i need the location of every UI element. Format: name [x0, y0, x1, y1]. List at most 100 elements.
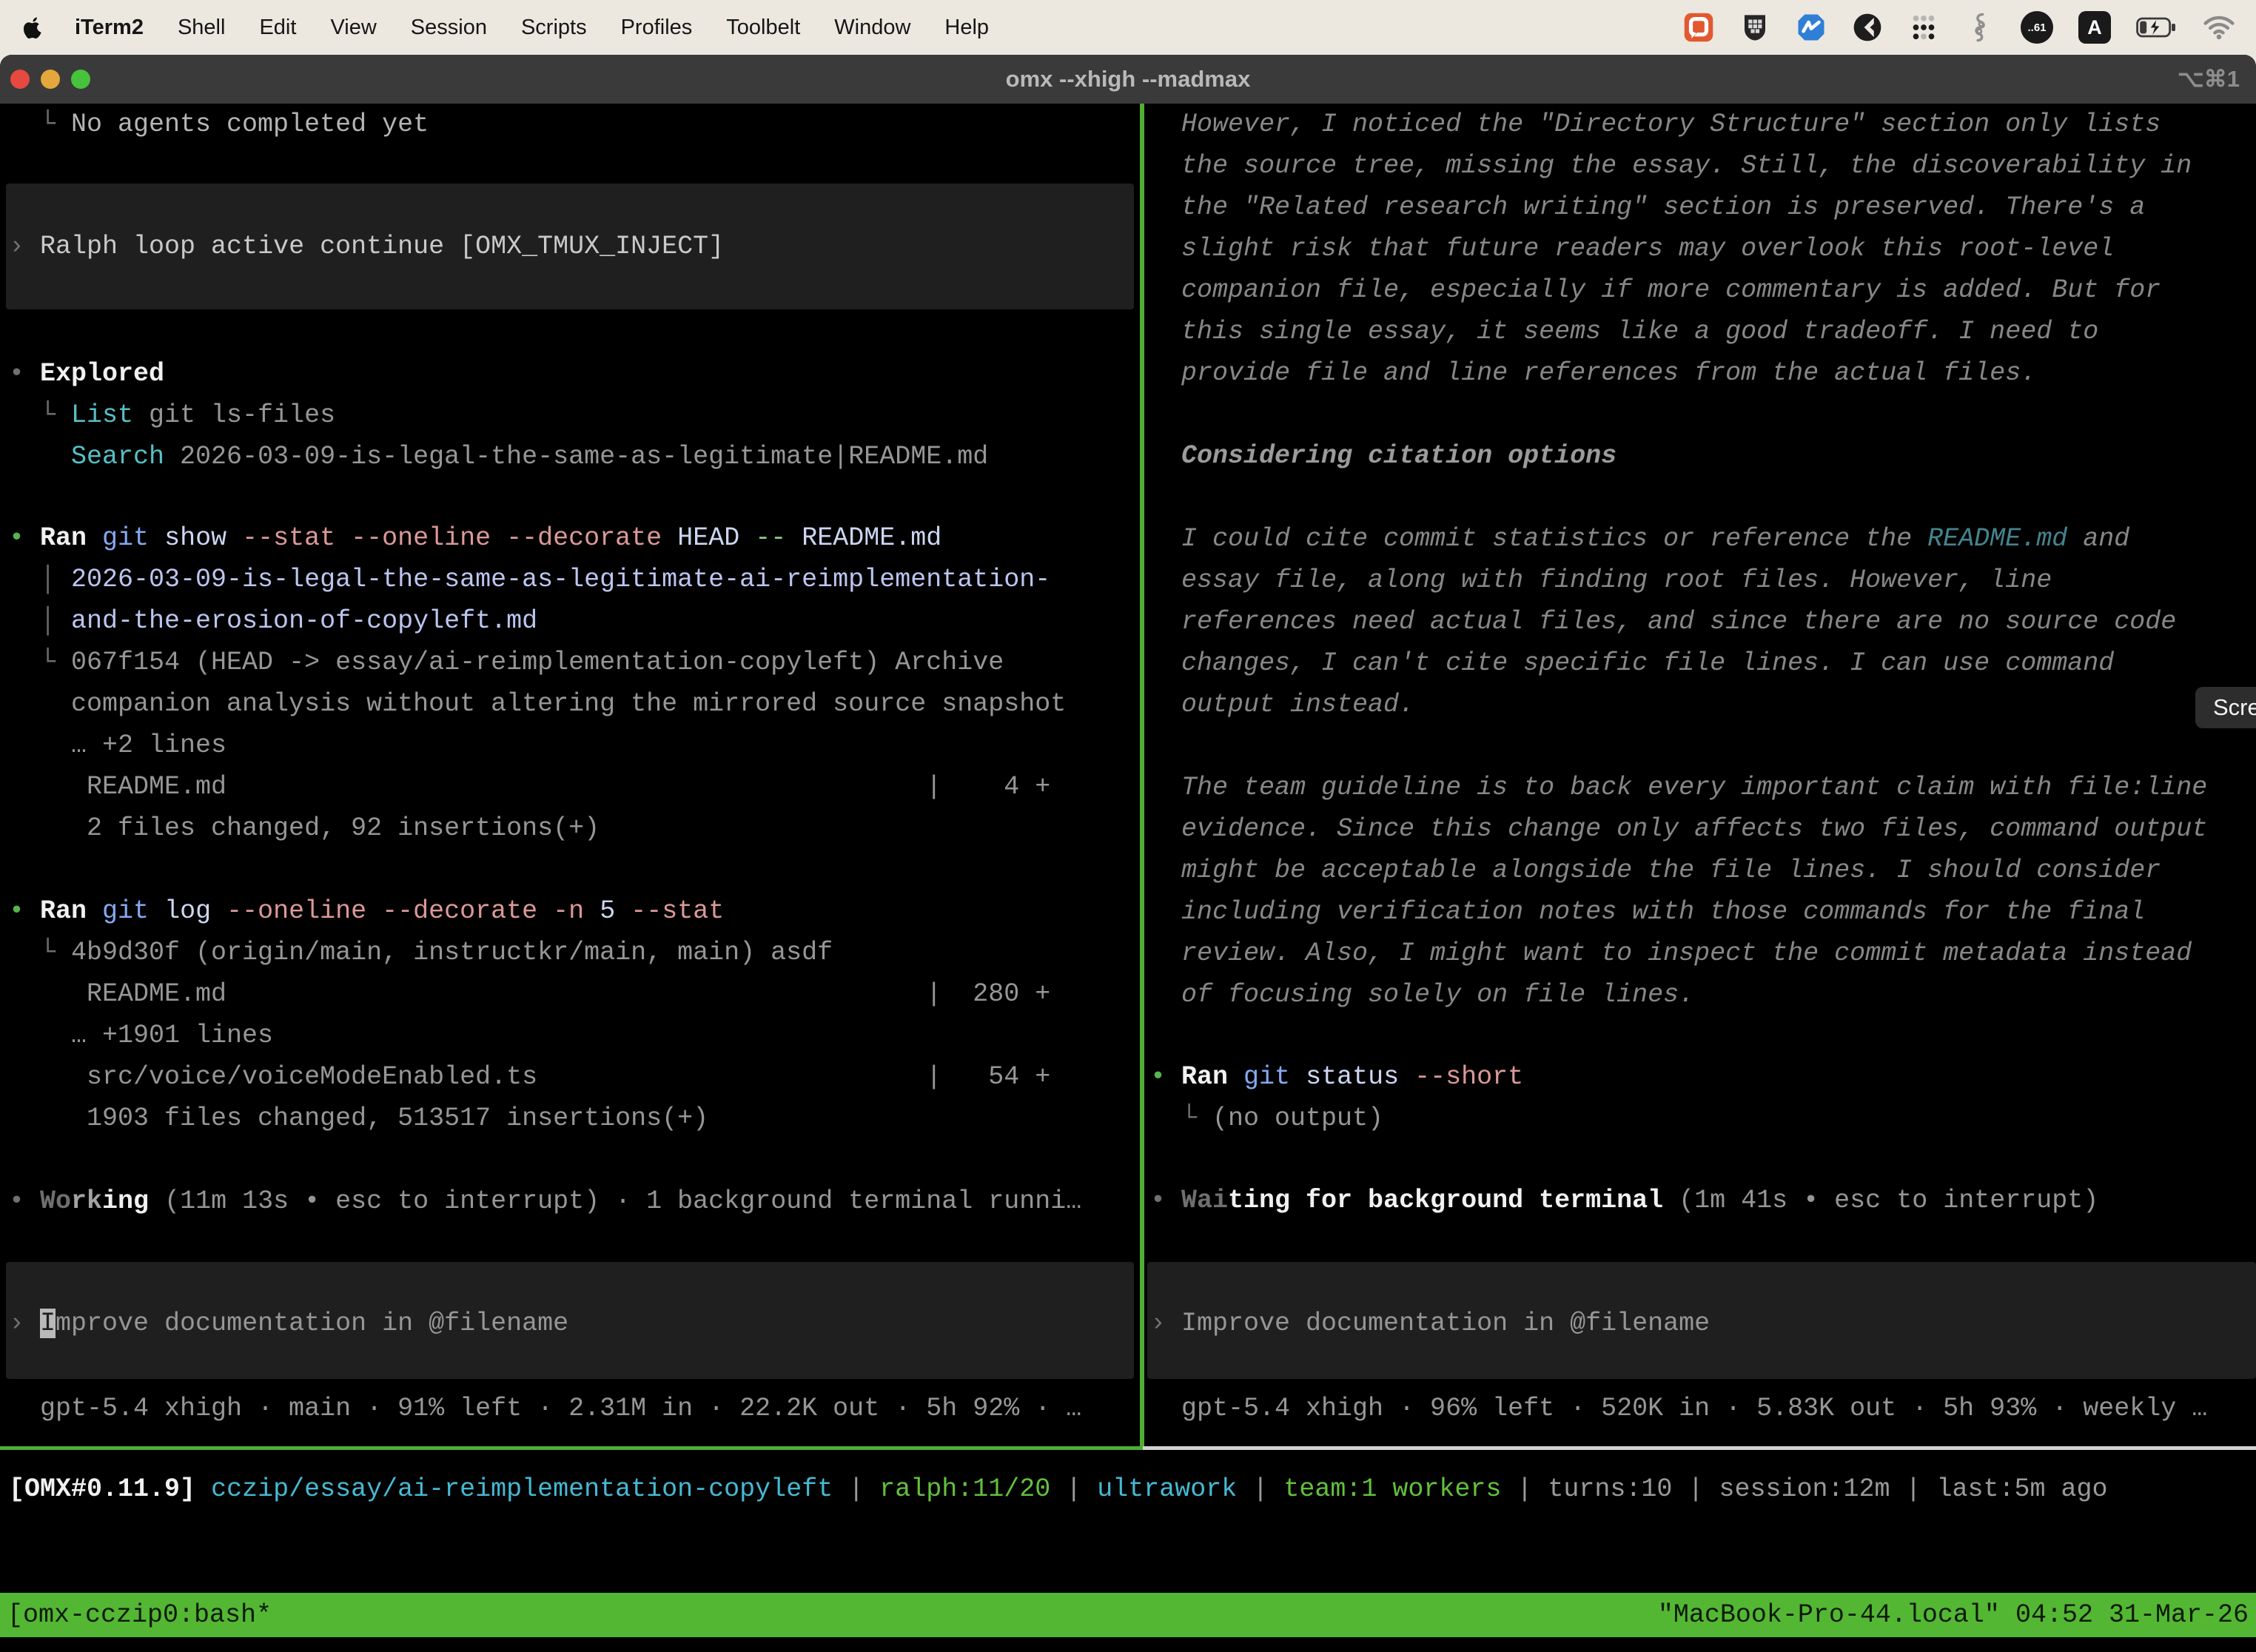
menu-item-session[interactable]: Session: [394, 16, 504, 39]
menu-item-shell[interactable]: Shell: [161, 16, 243, 39]
zoom-button[interactable]: [71, 70, 90, 89]
text-segment: README.md: [786, 523, 941, 553]
menu-item-iterm2[interactable]: iTerm2: [58, 16, 161, 39]
text-segment: •: [1150, 1186, 1181, 1215]
text-segment: |: [1237, 1474, 1283, 1504]
terminal-line: └ 067f154 (HEAD -> essay/ai-reimplementa…: [9, 642, 1004, 683]
terminal-line: └ (no output): [1150, 1098, 1383, 1139]
text-segment: •: [9, 1186, 40, 1216]
text-segment: (1m 41s • esc to interrupt): [1663, 1186, 2098, 1215]
battery-icon[interactable]: [2136, 16, 2178, 38]
tmux-status-bar: [omx-cczip0:bash* "MacBook-Pro-44.local"…: [0, 1593, 2256, 1637]
text-segment: companion file, especially if more comme…: [1150, 275, 2161, 305]
tmux-host-clock: "MacBook-Pro-44.local" 04:52 31-Mar-26: [1658, 1594, 2249, 1636]
text-segment: of focusing solely on file lines.: [1150, 980, 1694, 1010]
text-segment: •: [1150, 1062, 1181, 1092]
working-status-line: • Working (11m 13s • esc to interrupt) ·…: [9, 1181, 1081, 1222]
text-segment: --oneline --decorate -n: [226, 896, 584, 926]
reasoning-heading: Considering citation options: [1150, 435, 1617, 477]
text-segment: •: [9, 896, 40, 926]
pane-divider[interactable]: [1140, 104, 1144, 1450]
terminal-line: 2 files changed, 92 insertions(+): [9, 807, 600, 849]
text-segment: README.md | 280 +: [9, 979, 1050, 1009]
meter-app-icon[interactable]: [1796, 12, 1827, 43]
battery-percent-badge-icon[interactable]: ..61: [2021, 11, 2053, 44]
menu-items: iTerm2ShellEditViewSessionScriptsProfile…: [21, 16, 1006, 40]
terminal-line: The team guideline is to back every impo…: [1150, 767, 2207, 808]
text-segment: ›: [1150, 1309, 1181, 1338]
text-segment: The team guideline is to back every impo…: [1150, 773, 2207, 802]
terminal-line: I could cite commit statistics or refere…: [1150, 518, 2129, 560]
terminal-area: └ No agents completed yet› Ralph loop ac…: [0, 104, 2256, 1652]
terminal-line: this single essay, it seems like a good …: [1150, 311, 2098, 352]
menu-item-edit[interactable]: Edit: [242, 16, 313, 39]
terminal-line: provide file and line references from th…: [1150, 352, 2036, 394]
text-segment: |: [1672, 1474, 1719, 1504]
terminal-line: review. Also, I might want to inspect th…: [1150, 933, 2192, 974]
terminal-line: … +1901 lines: [9, 1015, 273, 1056]
text-segment: src/voice/voiceModeEnabled.ts | 54 +: [9, 1062, 1050, 1092]
text-segment: 2026-03-09-is-legal-the-same-as-legitima…: [164, 442, 988, 471]
terminal-line: └ 4b9d30f (origin/main, instructkr/main,…: [9, 932, 833, 973]
text-segment: rk: [71, 1186, 102, 1216]
terminal-line: • Ran git log --oneline --decorate -n 5 …: [9, 890, 724, 932]
text-segment: [87, 896, 102, 926]
text-segment: Ran: [40, 523, 87, 553]
text-segment: gpt-5.4 xhigh · main · 91% left · 2.31M …: [9, 1394, 1081, 1423]
tmux-pane-left: └ No agents completed yet› Ralph loop ac…: [0, 104, 1140, 1446]
dots-grid-icon[interactable]: [1908, 12, 1939, 43]
menu-item-view[interactable]: View: [313, 16, 393, 39]
terminal-line: essay file, along with finding root file…: [1150, 560, 2052, 601]
text-segment: last:5m ago: [1937, 1474, 2108, 1504]
menu-item-help[interactable]: Help: [927, 16, 1006, 39]
text-segment: HEAD: [662, 523, 755, 553]
text-segment: ›: [9, 1309, 40, 1338]
text-segment: evidence. Since this change only affects…: [1150, 814, 2207, 844]
text-segment: team:1 workers: [1283, 1474, 1501, 1504]
shield-grid-icon[interactable]: [1739, 12, 1770, 43]
text-segment: (no output): [1212, 1104, 1383, 1133]
close-button[interactable]: [10, 70, 30, 89]
terminal-line: companion file, especially if more comme…: [1150, 269, 2161, 311]
text-segment: might be acceptable alongside the file l…: [1150, 856, 2161, 885]
text-segment: --stat --oneline --decorate: [242, 523, 662, 553]
omx-status-line: [OMX#0.11.9] cczip/essay/ai-reimplementa…: [9, 1468, 2108, 1510]
input-source-icon[interactable]: A: [2078, 11, 2111, 44]
text-segment: output instead.: [1150, 690, 1414, 719]
menu-item-window[interactable]: Window: [817, 16, 927, 39]
text-segment: ultrawork: [1097, 1474, 1237, 1504]
terminal-line: evidence. Since this change only affects…: [1150, 808, 2207, 850]
text-segment: … +2 lines: [9, 731, 226, 760]
text-segment: •: [9, 523, 40, 553]
terminal-line: might be acceptable alongside the file l…: [1150, 850, 2161, 891]
squiggle-icon[interactable]: [1964, 12, 1995, 43]
text-segment: ting for background terminal: [1228, 1186, 1663, 1215]
menu-item-profiles[interactable]: Profiles: [604, 16, 710, 39]
terminal-line: │ 2026-03-09-is-legal-the-same-as-legiti…: [9, 559, 1050, 600]
text-segment: log: [149, 896, 226, 926]
pane-bottom-border-right: [1143, 1446, 2256, 1450]
chat-app-icon[interactable]: [1683, 12, 1714, 43]
model-status-line: gpt-5.4 xhigh · main · 91% left · 2.31M …: [9, 1388, 1081, 1429]
screen-tooltip: Scre: [2195, 687, 2256, 728]
text-cursor: I: [40, 1309, 56, 1338]
window-shortcut: ⌥⌘1: [2178, 66, 2240, 93]
window-title: omx --xhigh --madmax: [0, 66, 2256, 93]
terminal-line: • Ran git show --stat --oneline --decora…: [9, 517, 941, 559]
text-segment: └: [1150, 1104, 1212, 1133]
kaleidoscope-icon[interactable]: [1852, 12, 1883, 43]
ralph-loop-line: › Ralph loop active continue [OMX_TMUX_I…: [9, 226, 724, 267]
menu-item-toolbelt[interactable]: Toolbelt: [709, 16, 817, 39]
text-segment: └: [9, 938, 71, 967]
text-segment: List: [71, 400, 133, 430]
text-segment: this single essay, it seems like a good …: [1150, 317, 2098, 346]
text-segment: Ran: [1181, 1062, 1228, 1092]
wifi-icon[interactable]: [2203, 15, 2235, 40]
text-segment: --stat: [631, 896, 724, 926]
apple-menu-icon[interactable]: [21, 16, 44, 39]
minimize-button[interactable]: [41, 70, 60, 89]
text-segment: 2026-03-09-is-legal-the-same-as-legitima…: [71, 565, 1050, 594]
menu-item-scripts[interactable]: Scripts: [504, 16, 604, 39]
text-segment: git: [102, 523, 149, 553]
tmux-pane-right: However, I noticed the "Directory Struct…: [1144, 104, 2256, 1446]
